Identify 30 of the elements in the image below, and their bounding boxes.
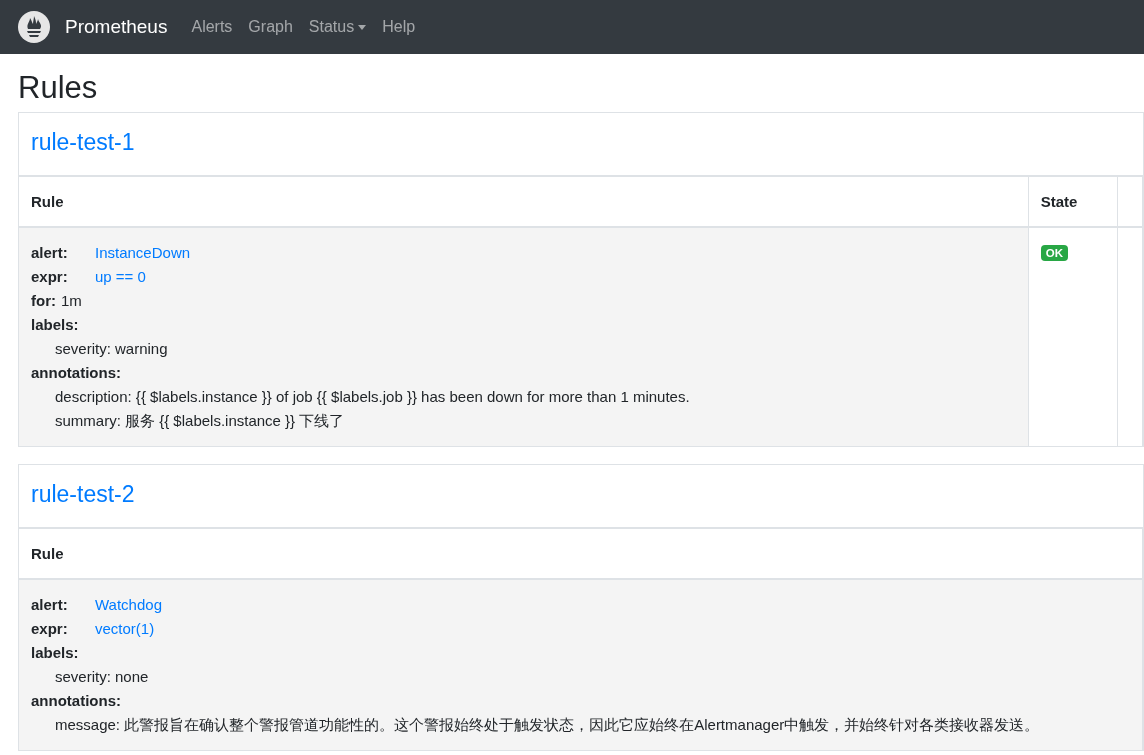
- alert-name-link[interactable]: Watchdog: [95, 593, 162, 617]
- expression-link[interactable]: up == 0: [95, 265, 146, 289]
- alert-name-link[interactable]: InstanceDown: [95, 241, 191, 265]
- nav-link[interactable]: Help: [382, 18, 416, 36]
- page-title: Rules: [18, 70, 99, 106]
- caret-icon: [358, 24, 367, 30]
- label-entry: severity: none: [54, 667, 149, 687]
- label-entry: severity: warning: [54, 339, 168, 359]
- field-label: alert:: [31, 243, 69, 263]
- flame-logo-icon: [18, 11, 50, 43]
- annotation-entry: summary: 服务 {{ $labels.instance }} 下线了: [54, 411, 345, 431]
- state-badge: OK: [1040, 245, 1068, 261]
- field-label: labels:: [31, 315, 79, 335]
- field-label: for:: [31, 291, 56, 311]
- annotation-entry: description: {{ $labels.instance }} of job {{ $labels.job }} has been down for more than 1 minutes.: [54, 387, 690, 407]
- field-label: alert:: [31, 595, 69, 615]
- field-label: annotations:: [31, 363, 121, 383]
- group-name-link[interactable]: rule-test-1: [19, 113, 1143, 177]
- field-label: expr:: [31, 267, 69, 287]
- brand-link[interactable]: Prometheus: [65, 16, 168, 38]
- field-label: labels:: [31, 643, 79, 663]
- nav-link[interactable]: Status: [308, 18, 367, 36]
- field-label: expr:: [31, 619, 69, 639]
- nav-link[interactable]: Alerts: [191, 18, 233, 36]
- expression-link[interactable]: vector(1): [95, 617, 155, 641]
- nav-link[interactable]: Graph: [248, 18, 293, 36]
- group-name-link[interactable]: rule-test-2: [19, 465, 1143, 529]
- annotation-entry: message: 此警报旨在确认整个警报管道功能性的。这个警报始终处于触发状态，因此它应始终在Alertmanager中触发，并始终针对各类接收器发送。: [54, 715, 1040, 735]
- field-label: annotations:: [31, 691, 121, 711]
- field-value: 1m: [61, 291, 82, 311]
